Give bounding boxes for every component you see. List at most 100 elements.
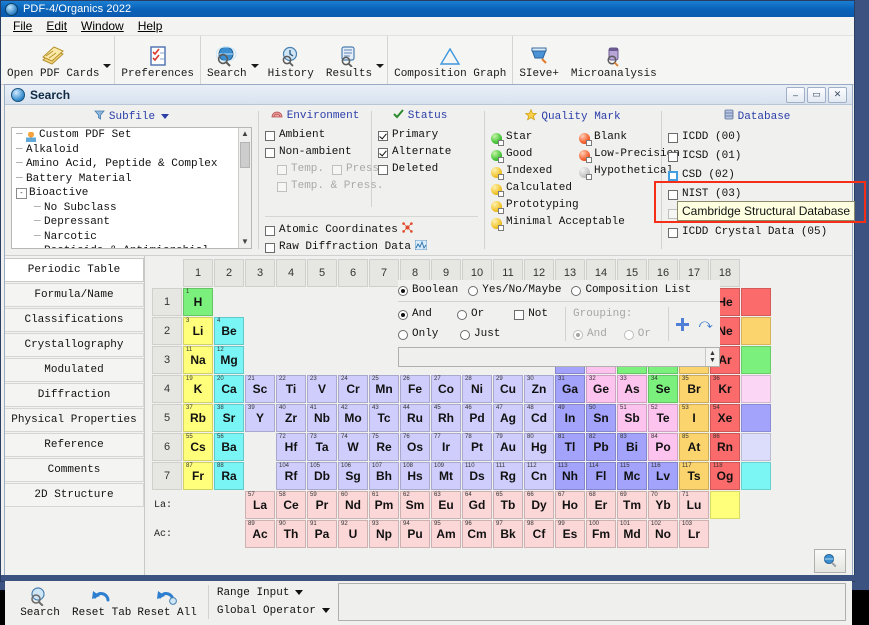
range-input-dropdown[interactable]: Range Input: [217, 584, 330, 602]
legend-swatch[interactable]: [741, 346, 771, 374]
radio[interactable]: [398, 330, 408, 340]
element-Nh[interactable]: 113 Nh: [555, 462, 585, 490]
element-In[interactable]: 49 In: [555, 404, 585, 432]
maximize-button[interactable]: ▭: [807, 86, 826, 103]
close-button[interactable]: ✕: [828, 86, 847, 103]
element-Pa[interactable]: 91 Pa: [307, 520, 337, 548]
sidebar-item-periodic-table[interactable]: Periodic Table: [5, 258, 144, 282]
sidebar-item-comments[interactable]: Comments: [5, 458, 144, 482]
element-Cf[interactable]: 98 Cf: [524, 520, 554, 548]
element-Co[interactable]: 27 Co: [431, 375, 461, 403]
minimize-button[interactable]: –: [786, 86, 805, 103]
query-mode-yes-no-maybe[interactable]: Yes/No/Maybe: [468, 284, 561, 296]
element-Og[interactable]: 118 Og: [710, 462, 740, 490]
element-Ce[interactable]: 58 Ce: [276, 491, 306, 519]
element-Re[interactable]: 75 Re: [369, 433, 399, 461]
element-Ts[interactable]: 117 Ts: [679, 462, 709, 490]
element-Mc[interactable]: 115 Mc: [617, 462, 647, 490]
menu-edit[interactable]: Edit: [39, 18, 74, 34]
element-Zn[interactable]: 30 Zn: [524, 375, 554, 403]
legend-swatch[interactable]: [741, 317, 771, 345]
element-Mg[interactable]: 12 Mg: [214, 346, 244, 374]
element-Lu[interactable]: 71 Lu: [679, 491, 709, 519]
query-mode-composition-list[interactable]: Composition List: [571, 284, 691, 296]
open-pdf-cards-dropdown-arrow[interactable]: [103, 64, 112, 68]
query-not-checkbox[interactable]: Not: [514, 308, 548, 320]
checkbox[interactable]: [668, 227, 678, 238]
element-Sc[interactable]: 21 Sc: [245, 375, 275, 403]
database-option-icsd-01[interactable]: ICSD (01): [668, 146, 846, 165]
composition-graph-button[interactable]: Composition Graph: [388, 36, 512, 84]
element-Ba[interactable]: 56 Ba: [214, 433, 244, 461]
element-Sn[interactable]: 50 Sn: [586, 404, 616, 432]
element-Rg[interactable]: 111 Rg: [493, 462, 523, 490]
subfile-tree-scrollbar[interactable]: ▲ ▼: [238, 128, 251, 248]
query-operator-and[interactable]: And: [398, 308, 447, 320]
element-Sm[interactable]: 62 Sm: [400, 491, 430, 519]
undo-icon[interactable]: ⤺: [699, 316, 713, 332]
checkbox[interactable]: [514, 310, 525, 320]
chevron-down-icon[interactable]: [295, 590, 304, 595]
element-Mn[interactable]: 25 Mn: [369, 375, 399, 403]
element-Mo[interactable]: 42 Mo: [338, 404, 368, 432]
chevron-down-icon[interactable]: [161, 114, 170, 119]
subfile-title[interactable]: Subfile: [11, 109, 252, 124]
sidebar-item-2d-structure[interactable]: 2D Structure: [5, 483, 144, 507]
sieve-plus-button[interactable]: SIeve+: [513, 36, 565, 84]
tree-item[interactable]: ─ Depressant: [12, 215, 251, 230]
global-operator-dropdown[interactable]: Global Operator: [217, 602, 330, 620]
radio[interactable]: [468, 286, 479, 296]
element-Hf[interactable]: 72 Hf: [276, 433, 306, 461]
element-picker-button[interactable]: [814, 549, 846, 573]
element-Xe[interactable]: 54 Xe: [710, 404, 740, 432]
radio[interactable]: [457, 310, 468, 320]
quality-option-minimal-acceptable[interactable]: Minimal Acceptable: [491, 213, 625, 231]
tree-item[interactable]: ─Pesticide & Antimicrobial: [12, 244, 251, 248]
microanalysis-button[interactable]: Microanalysis: [565, 36, 663, 84]
element-Th[interactable]: 90 Th: [276, 520, 306, 548]
sidebar-item-reference[interactable]: Reference: [5, 433, 144, 457]
quality-option-low-precision[interactable]: Low-Precision: [579, 145, 680, 163]
tree-item[interactable]: ─ Amino Acid, Peptide & Complex: [12, 157, 251, 172]
checkbox[interactable]: [265, 242, 275, 253]
quality-option-calculated[interactable]: Calculated: [491, 179, 579, 197]
sidebar-item-modulated[interactable]: Modulated: [5, 358, 144, 382]
element-Pb[interactable]: 82 Pb: [586, 433, 616, 461]
element-Eu[interactable]: 63 Eu: [431, 491, 461, 519]
element-Nd[interactable]: 60 Nd: [338, 491, 368, 519]
element-Bi[interactable]: 83 Bi: [617, 433, 647, 461]
checkbox[interactable]: [265, 225, 275, 236]
element-W[interactable]: 74 W: [338, 433, 368, 461]
quality-option-prototyping[interactable]: Prototyping: [491, 196, 579, 214]
tree-item[interactable]: - Bioactive: [12, 186, 251, 201]
tree-collapse-icon[interactable]: -: [16, 187, 27, 199]
element-Tb[interactable]: 65 Tb: [493, 491, 523, 519]
element-Pr[interactable]: 59 Pr: [307, 491, 337, 519]
element-Rh[interactable]: 45 Rh: [431, 404, 461, 432]
results-dropdown-arrow[interactable]: [376, 64, 385, 68]
element-Rf[interactable]: 104 Rf: [276, 462, 306, 490]
element-Pd[interactable]: 46 Pd: [462, 404, 492, 432]
element-Gd[interactable]: 64 Gd: [462, 491, 492, 519]
checkbox[interactable]: [378, 147, 388, 158]
tree-item[interactable]: ─ Alkaloid: [12, 143, 251, 158]
checkbox[interactable]: [265, 130, 275, 141]
database-option-icdd-00[interactable]: ICDD (00): [668, 127, 846, 146]
element-Tl[interactable]: 81 Tl: [555, 433, 585, 461]
legend-swatch[interactable]: [741, 433, 771, 461]
element-Se[interactable]: 34 Se: [648, 375, 678, 403]
element-Nb[interactable]: 41 Nb: [307, 404, 337, 432]
element-K[interactable]: 19 K: [183, 375, 213, 403]
element-Pt[interactable]: 78 Pt: [462, 433, 492, 461]
element-Fl[interactable]: 114 Fl: [586, 462, 616, 490]
element-Ru[interactable]: 44 Ru: [400, 404, 430, 432]
query-expression-spinner[interactable]: ▲ ▼: [705, 348, 719, 366]
element-Ti[interactable]: 22 Ti: [276, 375, 306, 403]
checkbox[interactable]: [668, 151, 678, 162]
element-Te[interactable]: 52 Te: [648, 404, 678, 432]
element-Dy[interactable]: 66 Dy: [524, 491, 554, 519]
environment-option-non-ambient[interactable]: Non-ambient: [265, 143, 365, 160]
search-toolbar-button[interactable]: Search: [201, 36, 253, 84]
element-Pu[interactable]: 94 Pu: [400, 520, 430, 548]
element-I[interactable]: 53 I: [679, 404, 709, 432]
